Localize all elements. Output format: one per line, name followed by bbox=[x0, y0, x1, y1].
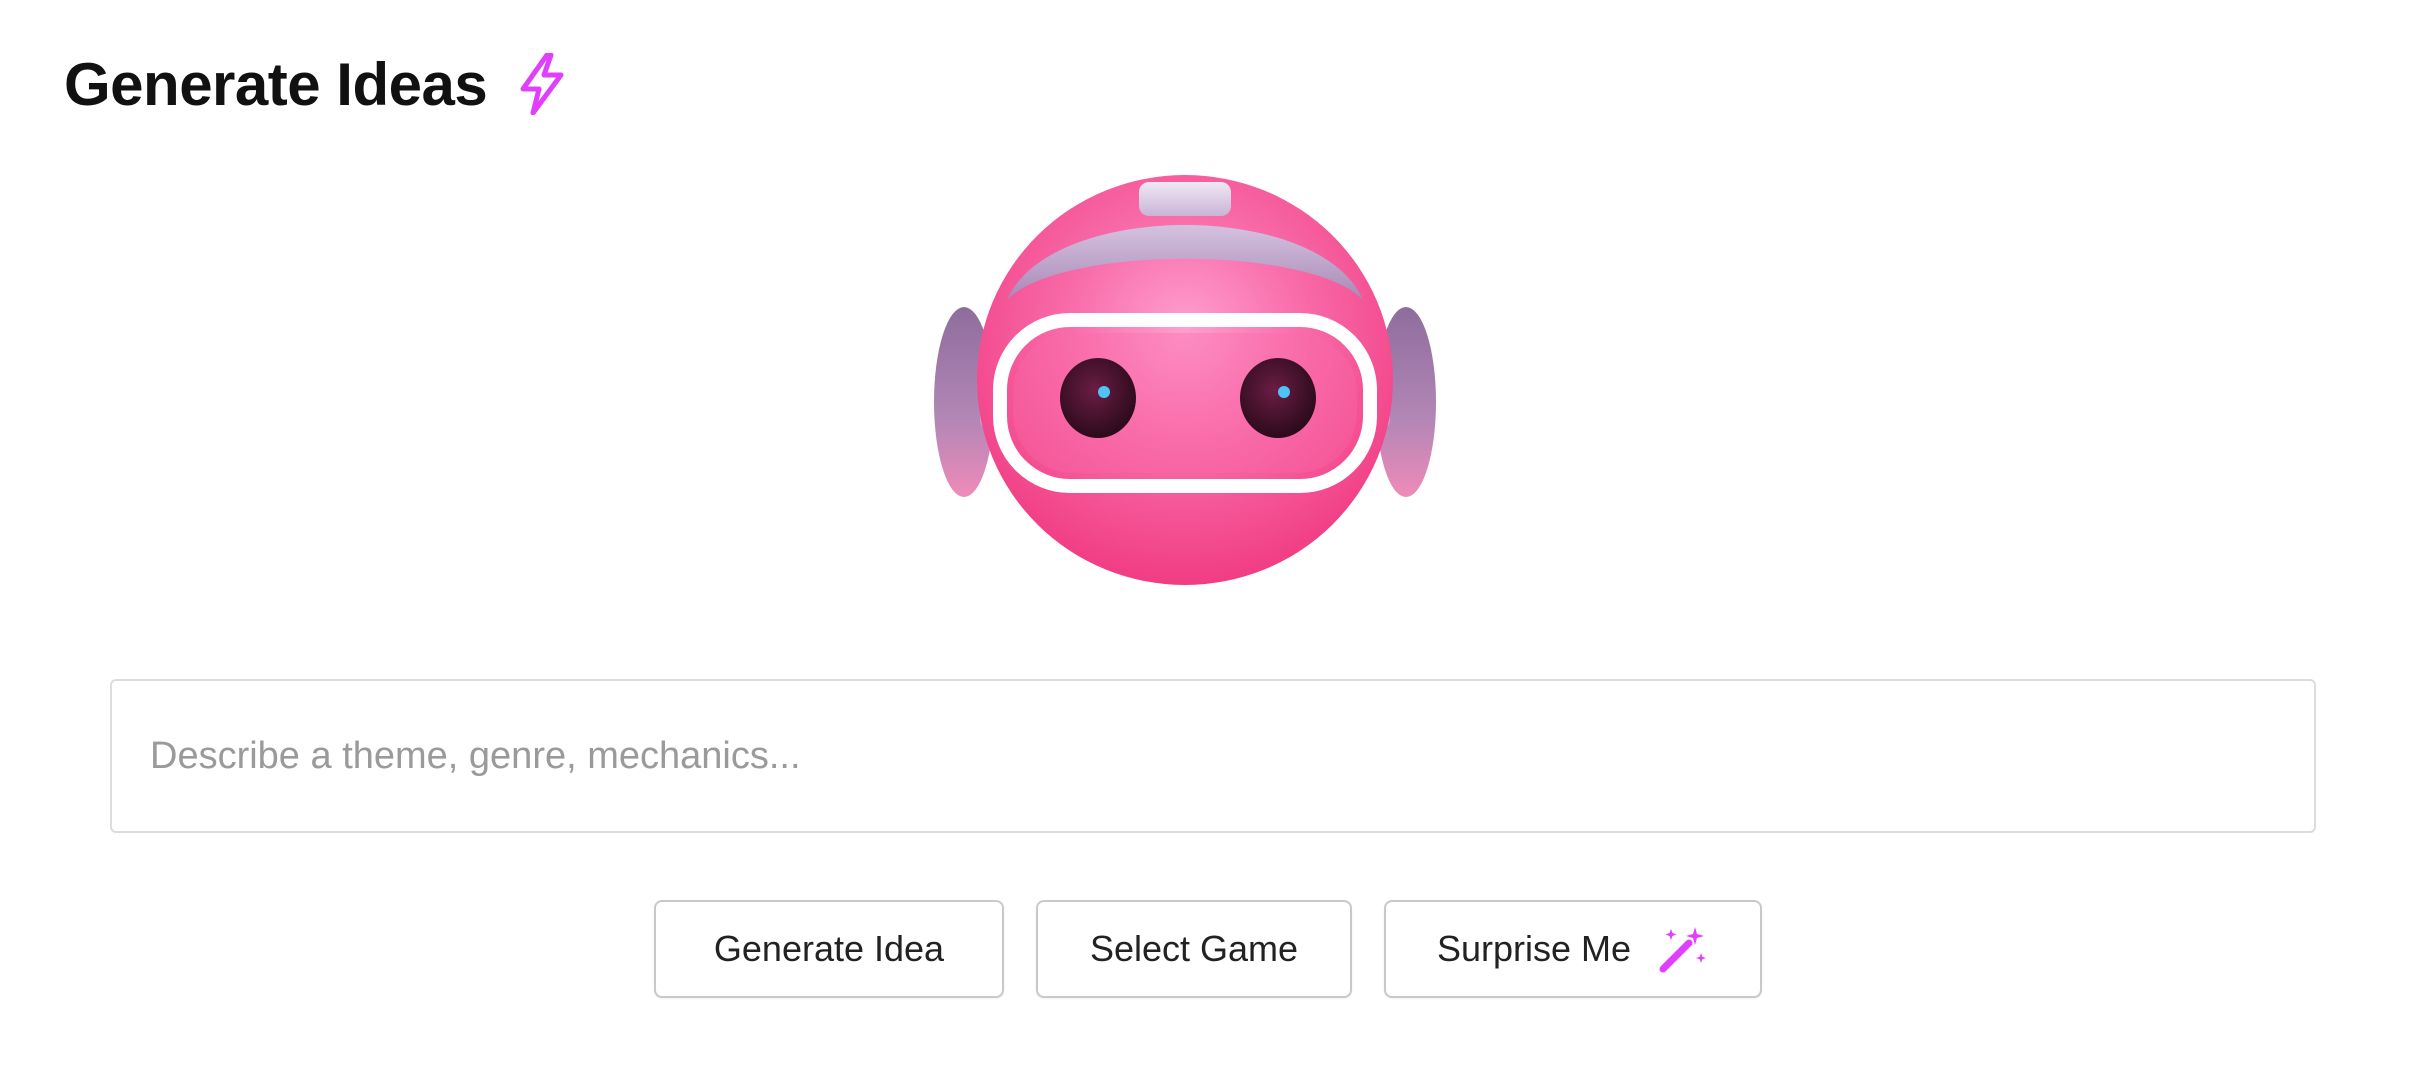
lightning-bolt-icon bbox=[515, 52, 569, 116]
generate-idea-label: Generate Idea bbox=[713, 928, 945, 969]
header: Generate Ideas bbox=[64, 44, 569, 124]
generate-ideas-page: Generate Ideas Describe a theme, genre, … bbox=[0, 0, 2416, 1082]
select-game-label: Select Game bbox=[1089, 928, 1299, 969]
select-game-button[interactable]: Select Game bbox=[1036, 900, 1352, 998]
surprise-me-button[interactable]: Surprise Me bbox=[1384, 900, 1762, 998]
magic-wand-icon bbox=[1657, 923, 1709, 975]
action-buttons: Generate Idea Select Game Surprise Me bbox=[0, 900, 2416, 998]
robot-mascot-icon bbox=[910, 170, 1470, 590]
idea-prompt-field[interactable] bbox=[110, 679, 2316, 833]
idea-prompt-input[interactable] bbox=[112, 681, 2314, 831]
surprise-me-label: Surprise Me bbox=[1436, 928, 1632, 969]
generate-idea-button[interactable]: Generate Idea bbox=[654, 900, 1004, 998]
page-title: Generate Ideas bbox=[64, 50, 488, 118]
